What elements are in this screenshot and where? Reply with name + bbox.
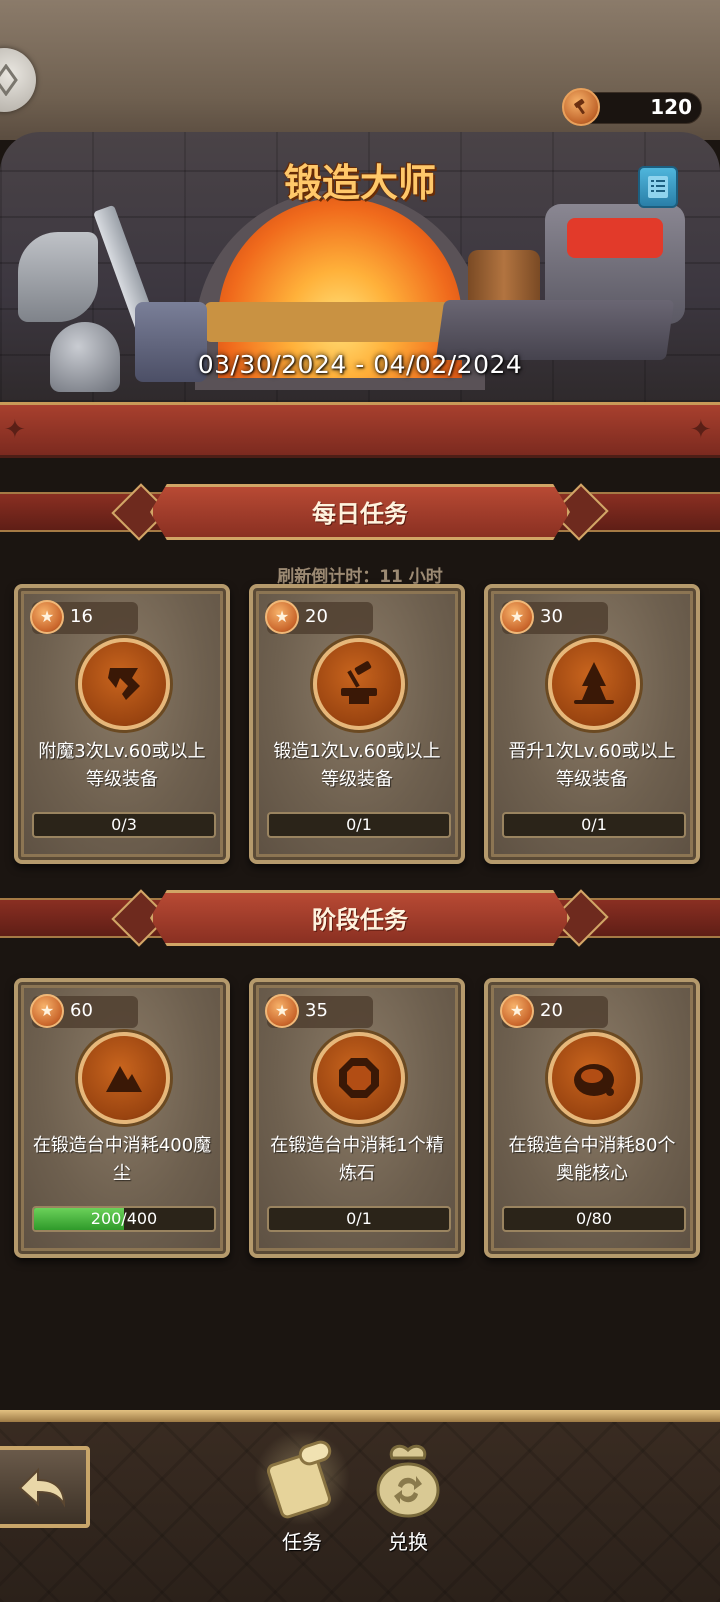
progress-text: 0/3 [111, 815, 137, 834]
task-description: 附魔3次Lv.60或以上 等级装备 [26, 738, 218, 794]
task-card[interactable]: ★ 60 在锻造台中消耗400魔 尘 200/400 [14, 978, 230, 1258]
task-description-line: 炼石 [339, 1163, 375, 1184]
event-dates: 03/30/2024 - 04/02/2024 [197, 350, 523, 379]
bottom-rail [0, 1410, 720, 1422]
task-description-line: 等级装备 [86, 769, 158, 790]
task-description: 在锻造台中消耗80个 奥能核心 [496, 1132, 688, 1188]
task-card[interactable]: ★ 16 附魔3次Lv.60或以上 等级装备 0/3 [14, 584, 230, 864]
task-card[interactable]: ★ 20 锻造1次Lv.60或以上 等级装备 0/1 [249, 584, 465, 864]
points-value: 30 [540, 606, 563, 627]
nav-exchange-label: 兑换 [388, 1530, 428, 1554]
event-banner: 锻造大师 03/30/2024 - 04/02/2024 [0, 132, 720, 402]
task-progress-bar: 0/80 [502, 1206, 686, 1232]
task-description-line: 锻造1次Lv.60或以上 [273, 741, 441, 762]
progress-text: 0/1 [346, 1209, 372, 1228]
star-coin-icon: ★ [500, 994, 534, 1028]
diamond-icon [0, 64, 18, 96]
task-card[interactable]: ★ 35 在锻造台中消耗1个精 炼石 0/1 [249, 978, 465, 1258]
points-value: 20 [540, 1000, 563, 1021]
progress-text: 0/1 [581, 815, 607, 834]
star-coin-icon: ★ [265, 994, 299, 1028]
task-progress-bar: 0/3 [32, 812, 216, 838]
task-card[interactable]: ★ 20 在锻造台中消耗80个 奥能核心 0/80 [484, 978, 700, 1258]
task-progress-bar: 0/1 [267, 1206, 451, 1232]
ribbon-star-icon: ✦ [4, 415, 26, 445]
exchange-bag-icon [376, 1444, 440, 1518]
points-value: 60 [70, 1000, 93, 1021]
axe-icon [18, 232, 98, 322]
task-description: 锻造1次Lv.60或以上 等级装备 [261, 738, 453, 794]
back-button[interactable] [0, 1446, 90, 1528]
points-value: 16 [70, 606, 93, 627]
star-coin-icon: ★ [30, 600, 64, 634]
refining-stone-icon [313, 1032, 405, 1124]
stage-tasks-header: 阶段任务 [0, 884, 720, 954]
magic-dust-icon [78, 1032, 170, 1124]
task-progress-bar: 0/1 [502, 812, 686, 838]
progress-text: 0/1 [346, 815, 372, 834]
points-value: 20 [305, 606, 328, 627]
progress-text: 0/80 [576, 1209, 612, 1228]
task-description: 在锻造台中消耗1个精 炼石 [261, 1132, 453, 1188]
ribbon-star-icon: ✦ [690, 415, 712, 445]
task-description-line: 在锻造台中消耗400魔 [32, 1135, 212, 1156]
task-description-line: 尘 [113, 1163, 131, 1184]
daily-tasks-header: 每日任务 [0, 478, 720, 548]
task-description-line: 晋升1次Lv.60或以上 [508, 741, 676, 762]
task-description: 晋升1次Lv.60或以上 等级装备 [496, 738, 688, 794]
star-coin-icon: ★ [500, 600, 534, 634]
list-book-icon [648, 176, 668, 198]
event-info-button[interactable] [638, 166, 678, 208]
event-title: 锻造大师 [283, 160, 436, 205]
section-title: 每日任务 [312, 500, 408, 528]
nav-tasks-label: 任务 [282, 1530, 322, 1554]
scroll-icon [266, 1440, 332, 1519]
arcane-core-icon [548, 1032, 640, 1124]
task-description-line: 在锻造台中消耗1个精 [270, 1135, 444, 1156]
task-description: 在锻造台中消耗400魔 尘 [26, 1132, 218, 1188]
nav-tasks[interactable]: 任务 [252, 1430, 352, 1554]
enchant-icon [78, 638, 170, 730]
star-coin-icon: ★ [265, 600, 299, 634]
task-description-line: 附魔3次Lv.60或以上 [38, 741, 206, 762]
task-progress-bar: 200/400 [32, 1206, 216, 1232]
nav-exchange[interactable]: 兑换 [358, 1430, 458, 1554]
banner-ribbon: ✦ ✦ [0, 402, 720, 458]
hammer-coin-icon [562, 88, 600, 126]
points-value: 35 [305, 1000, 328, 1021]
task-description-line: 奥能核心 [556, 1163, 628, 1184]
star-coin-icon: ★ [30, 994, 64, 1028]
task-description-line: 等级装备 [321, 769, 393, 790]
forge-hammer-icon [313, 638, 405, 730]
currency-value: 120 [650, 95, 692, 119]
section-title: 阶段任务 [312, 906, 408, 934]
task-progress-bar: 0/1 [267, 812, 451, 838]
task-card[interactable]: ★ 30 晋升1次Lv.60或以上 等级装备 0/1 [484, 584, 700, 864]
progress-text: 200/400 [90, 1209, 158, 1228]
task-description-line: 等级装备 [556, 769, 628, 790]
back-arrow-icon [18, 1467, 66, 1508]
task-description-line: 在锻造台中消耗80个 [508, 1135, 676, 1156]
promote-icon [548, 638, 640, 730]
